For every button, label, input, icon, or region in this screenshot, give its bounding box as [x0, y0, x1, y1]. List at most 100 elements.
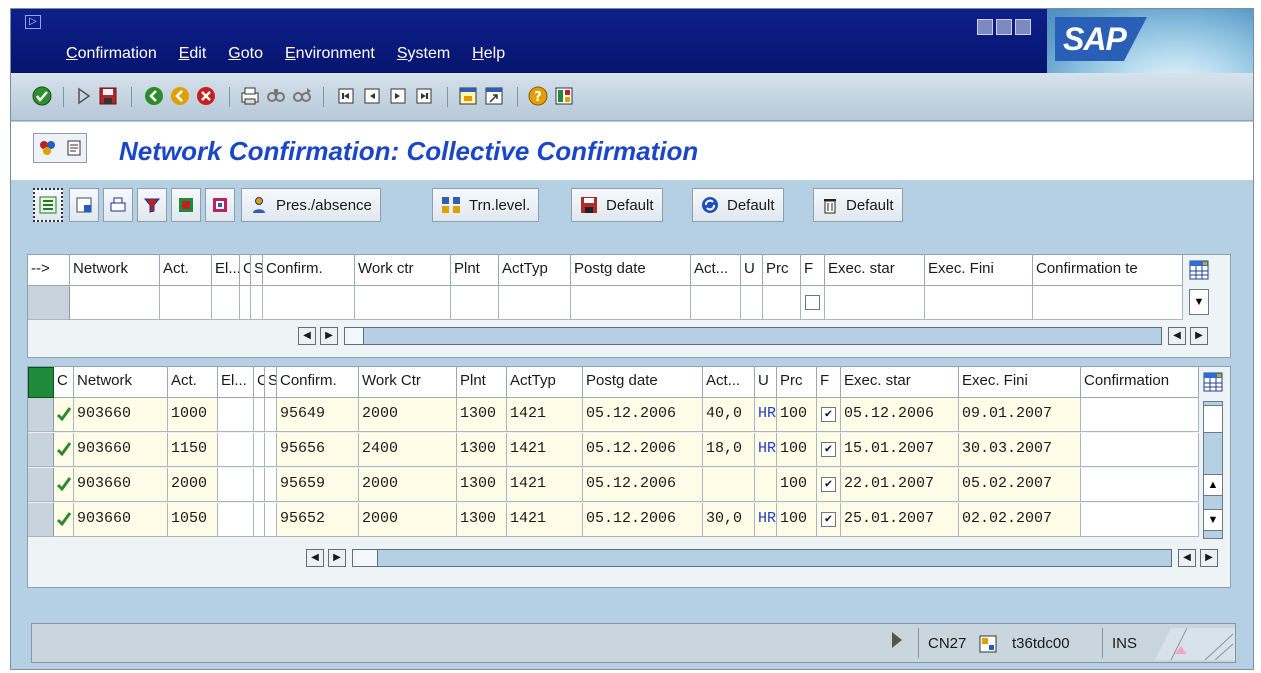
cell-exec_start[interactable]: 05.12.2006 [841, 398, 959, 432]
enter-icon[interactable] [31, 85, 53, 107]
select-all-rows-icon[interactable] [28, 367, 54, 398]
column-header[interactable]: U [741, 255, 763, 286]
default-delete-button[interactable]: Default [813, 188, 903, 222]
menu-item-environment[interactable]: Environment [285, 45, 375, 63]
cell-confirm[interactable]: 95652 [277, 503, 359, 537]
cell-exec_finish[interactable]: 02.02.2007 [959, 503, 1081, 537]
column-header[interactable]: Plnt [451, 255, 499, 286]
menu-item-help[interactable]: Help [472, 45, 505, 63]
cell-empty[interactable] [254, 398, 265, 432]
column-header[interactable]: Confirm. [263, 255, 355, 286]
entry-input-cell[interactable] [763, 286, 801, 320]
entry-input-cell[interactable] [571, 286, 691, 320]
column-header[interactable]: Postg date [583, 367, 703, 398]
entry-input-cell[interactable] [925, 286, 1033, 320]
layout-button[interactable] [205, 188, 235, 222]
column-header[interactable]: Work ctr [355, 255, 451, 286]
column-header[interactable]: Confirmation te [1033, 255, 1183, 286]
column-header[interactable]: ActTyp [499, 255, 571, 286]
cell-actwork[interactable]: 40,0 [703, 398, 755, 432]
column-header[interactable]: C [254, 367, 265, 398]
services-icon[interactable] [38, 139, 58, 157]
menu-item-system[interactable]: System [397, 45, 450, 63]
cell-prc[interactable]: 100 [777, 398, 817, 432]
column-header[interactable]: Exec. star [825, 255, 925, 286]
command-field-icon[interactable] [73, 85, 95, 107]
column-header[interactable]: Prc [763, 255, 801, 286]
entry-input-cell[interactable] [251, 286, 263, 320]
row-selector[interactable] [28, 503, 54, 537]
last-page-icon[interactable] [413, 85, 435, 107]
cell-network[interactable]: 903660 [74, 398, 168, 432]
entry-dropdown[interactable]: ▼ [1189, 289, 1209, 315]
scroll-thumb[interactable] [1203, 405, 1223, 433]
menu-item-goto[interactable]: Goto [228, 45, 263, 63]
entry-input-cell[interactable] [741, 286, 763, 320]
select-all-button[interactable] [33, 188, 63, 222]
cell-postg_date[interactable]: 05.12.2006 [583, 468, 703, 502]
cell-empty[interactable] [218, 398, 254, 432]
row-selector[interactable] [28, 433, 54, 467]
document-icon[interactable] [66, 139, 82, 157]
row-selector[interactable] [28, 286, 70, 320]
conf-hscroll[interactable]: ◀ ▶ ◀ ▶ [306, 549, 1222, 569]
column-header[interactable]: S [265, 367, 277, 398]
column-header[interactable]: --> [28, 255, 70, 286]
cell-final[interactable]: ✔ [817, 398, 841, 432]
cell-act[interactable]: 1150 [168, 433, 218, 467]
cell-confirm[interactable]: 95656 [277, 433, 359, 467]
cell-acttyp[interactable]: 1421 [507, 503, 583, 537]
entry-hscroll[interactable]: ◀ ▶ ◀ ▶ [298, 327, 1212, 347]
cell-confirm[interactable]: 95659 [277, 468, 359, 502]
cell-exec_start[interactable]: 22.01.2007 [841, 468, 959, 502]
cell-final[interactable]: ✔ [817, 433, 841, 467]
column-header[interactable]: Work Ctr [359, 367, 457, 398]
cell-plnt[interactable]: 1300 [457, 468, 507, 502]
scroll-right-icon[interactable]: ▶ [320, 327, 338, 345]
cell-empty[interactable] [218, 468, 254, 502]
cell-act[interactable]: 1050 [168, 503, 218, 537]
previous-page-icon[interactable] [361, 85, 383, 107]
cell-prc[interactable]: 100 [777, 503, 817, 537]
cell-network[interactable]: 903660 [74, 433, 168, 467]
cell-work_ctr[interactable]: 2000 [359, 398, 457, 432]
column-header[interactable]: Postg date [571, 255, 691, 286]
cell-empty[interactable] [254, 503, 265, 537]
column-header[interactable]: S [251, 255, 263, 286]
scroll-right-icon[interactable]: ▶ [1200, 549, 1218, 567]
column-header[interactable]: El... [218, 367, 254, 398]
cell-empty[interactable] [1081, 398, 1199, 432]
cell-empty[interactable] [254, 468, 265, 502]
entry-input-cell[interactable] [240, 286, 251, 320]
table-settings-icon[interactable] [1189, 260, 1209, 280]
cell-plnt[interactable]: 1300 [457, 398, 507, 432]
column-header[interactable]: F [817, 367, 841, 398]
scroll-right-icon[interactable]: ▶ [1190, 327, 1208, 345]
cell-work_ctr[interactable]: 2400 [359, 433, 457, 467]
column-header[interactable]: ActTyp [507, 367, 583, 398]
deselect-button[interactable] [69, 188, 99, 222]
column-header[interactable]: Act... [691, 255, 741, 286]
scroll-right-icon[interactable]: ▶ [328, 549, 346, 567]
scroll-left-icon[interactable]: ◀ [298, 327, 316, 345]
final-confirmation-checkbox[interactable]: ✔ [821, 477, 836, 492]
scroll-left-icon[interactable]: ◀ [306, 549, 324, 567]
cell-prc[interactable]: 100 [777, 433, 817, 467]
cell-empty[interactable] [265, 503, 277, 537]
entry-input-cell[interactable] [263, 286, 355, 320]
cell-unit[interactable] [755, 468, 777, 502]
cell-acttyp[interactable]: 1421 [507, 398, 583, 432]
print-icon[interactable] [239, 85, 261, 107]
scroll-track[interactable] [344, 327, 1162, 345]
cell-act[interactable]: 1000 [168, 398, 218, 432]
first-page-icon[interactable] [335, 85, 357, 107]
print-list-button[interactable] [103, 188, 133, 222]
column-header[interactable]: C [240, 255, 251, 286]
cell-network[interactable]: 903660 [74, 503, 168, 537]
scroll-thumb[interactable] [344, 327, 364, 345]
entry-input-cell[interactable] [355, 286, 451, 320]
cell-confirm[interactable]: 95649 [277, 398, 359, 432]
cell-empty[interactable] [218, 503, 254, 537]
column-header[interactable]: Exec. Fini [925, 255, 1033, 286]
create-shortcut-icon[interactable] [483, 85, 505, 107]
